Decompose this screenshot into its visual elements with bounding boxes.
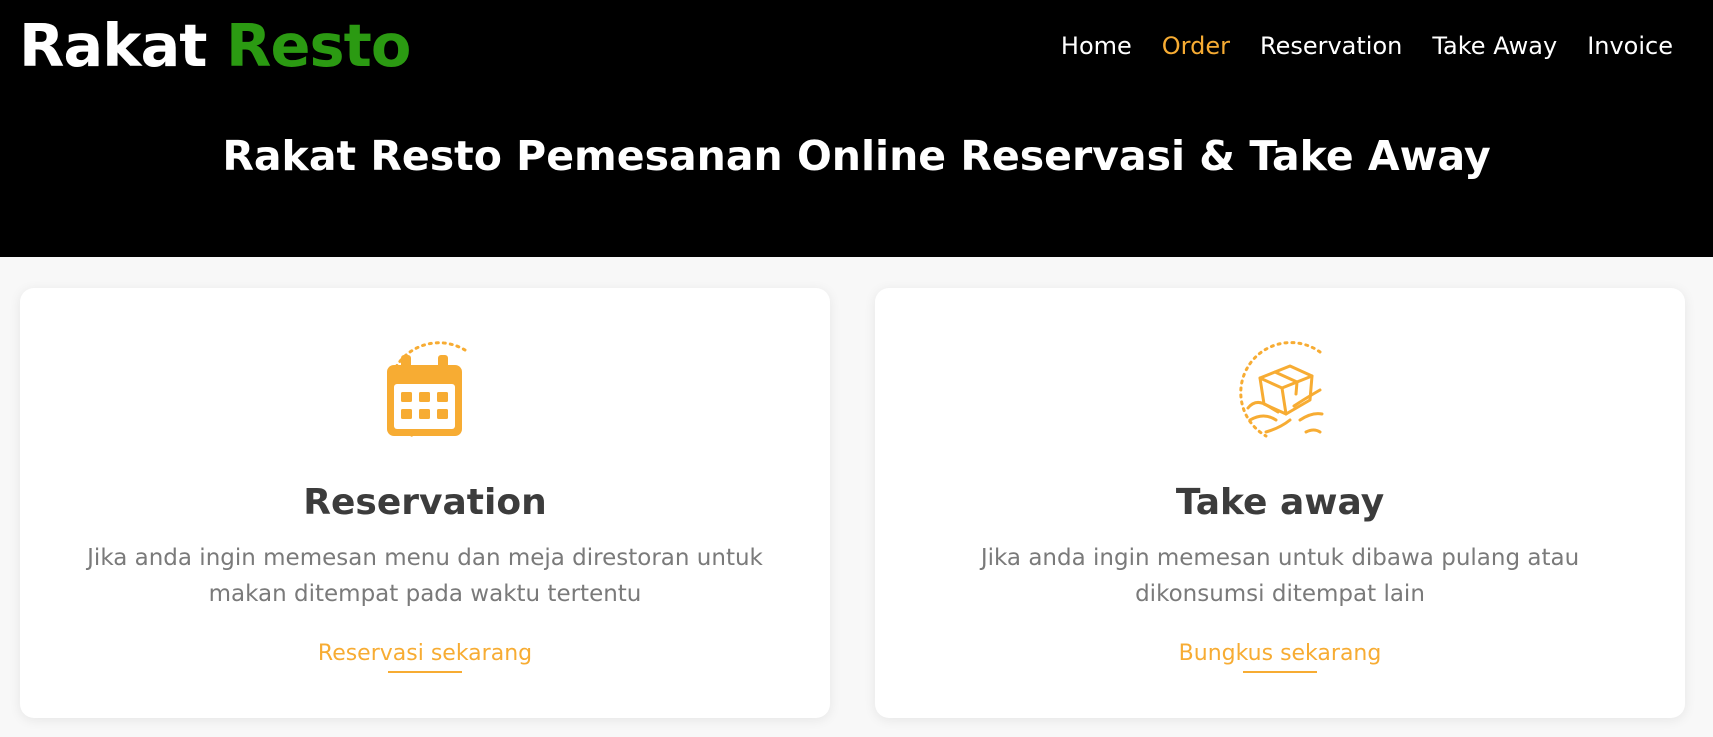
takeaway-description: Jika anda ingin memesan untuk dibawa pul… [980, 545, 1580, 607]
page-title: Rakat Resto Pemesanan Online Reservasi &… [222, 132, 1491, 180]
reservation-now-link[interactable]: Reservasi sekarang [318, 637, 532, 673]
nav-take-away[interactable]: Take Away [1432, 26, 1557, 66]
takeaway-cta-wrap: Bungkus sekarang [875, 637, 1685, 673]
brand-logo[interactable]: Rakat Resto [19, 6, 411, 86]
takeaway-now-link[interactable]: Bungkus sekarang [1179, 637, 1381, 673]
nav-home[interactable]: Home [1061, 26, 1132, 66]
nav-invoice[interactable]: Invoice [1587, 26, 1673, 66]
main-nav: Home Order Reservation Take Away Invoice [1061, 26, 1673, 66]
reservation-card: Reservation Jika anda ingin memesan menu… [20, 288, 830, 718]
reservation-cta-wrap: Reservasi sekarang [20, 637, 830, 673]
takeaway-title: Take away [1175, 482, 1385, 523]
reservation-title: Reservation [303, 482, 547, 523]
nav-order[interactable]: Order [1162, 26, 1230, 66]
header: Rakat Resto Home Order Reservation Take … [0, 0, 1713, 257]
brand-name-accent: Resto [226, 11, 411, 80]
nav-reservation[interactable]: Reservation [1260, 26, 1402, 66]
reservation-description: Jika anda ingin memesan menu dan meja di… [87, 545, 763, 607]
takeaway-card: Take away Jika anda ingin memesan untuk … [875, 288, 1685, 718]
calendar-icon [365, 328, 485, 448]
takeaway-box-icon [1220, 328, 1340, 448]
brand-name: Rakat [19, 11, 207, 80]
